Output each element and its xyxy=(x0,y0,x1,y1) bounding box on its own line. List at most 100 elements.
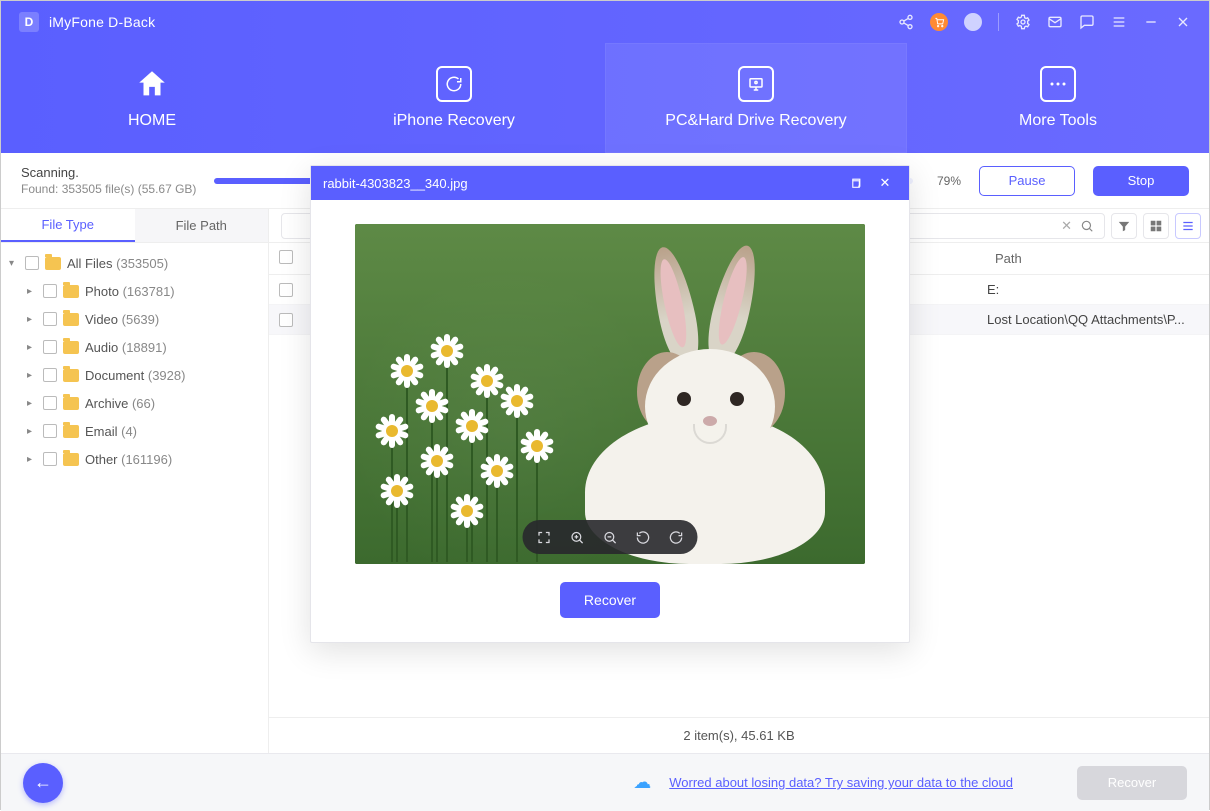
chevron-right-icon: ▸ xyxy=(27,342,37,353)
menu-icon[interactable] xyxy=(1111,14,1127,30)
folder-icon xyxy=(63,313,79,326)
folder-icon xyxy=(63,369,79,382)
pause-button[interactable]: Pause xyxy=(979,166,1075,196)
row-path: Lost Location\QQ Attachments\P... xyxy=(987,312,1209,327)
tree-label: Other (161196) xyxy=(85,452,172,467)
cart-icon[interactable] xyxy=(930,13,948,31)
preview-filename: rabbit-4303823__340.jpg xyxy=(323,176,849,191)
checkbox[interactable] xyxy=(43,284,57,298)
tree-item[interactable]: ▸ Document (3928) xyxy=(27,361,260,389)
checkbox[interactable] xyxy=(43,340,57,354)
scan-found: Found: 353505 file(s) (55.67 GB) xyxy=(21,182,196,196)
filter-icon[interactable] xyxy=(1111,213,1137,239)
chevron-right-icon: ▸ xyxy=(27,314,37,325)
preview-recover-button[interactable]: Recover xyxy=(560,582,660,618)
recover-button[interactable]: Recover xyxy=(1077,766,1187,800)
nav-label: HOME xyxy=(128,112,176,130)
tree-label: All Files (353505) xyxy=(67,256,168,271)
tree-item[interactable]: ▸ Photo (163781) xyxy=(27,277,260,305)
tree-label: Document (3928) xyxy=(85,368,185,383)
zoom-in-icon[interactable] xyxy=(570,530,585,545)
stop-button[interactable]: Stop xyxy=(1093,166,1189,196)
tree-label: Audio (18891) xyxy=(85,340,167,355)
folder-icon xyxy=(63,285,79,298)
select-all-checkbox[interactable] xyxy=(279,250,293,264)
cloud-icon: ☁ xyxy=(633,772,651,793)
app-title: iMyFone D-Back xyxy=(49,14,155,30)
chevron-right-icon: ▸ xyxy=(27,286,37,297)
tree-item[interactable]: ▸ Archive (66) xyxy=(27,389,260,417)
checkbox[interactable] xyxy=(25,256,39,270)
rotate-right-icon[interactable] xyxy=(669,530,684,545)
app-logo: D xyxy=(19,12,39,32)
tree-item[interactable]: ▸ Audio (18891) xyxy=(27,333,260,361)
nav-label: PC&Hard Drive Recovery xyxy=(665,112,846,130)
tree-label: Video (5639) xyxy=(85,312,159,327)
tree-label: Photo (163781) xyxy=(85,284,175,299)
share-icon[interactable] xyxy=(898,14,914,30)
tab-file-path[interactable]: File Path xyxy=(135,209,269,242)
checkbox[interactable] xyxy=(43,312,57,326)
chevron-right-icon: ▸ xyxy=(27,370,37,381)
nav-pc-recovery[interactable]: PC&Hard Drive Recovery xyxy=(605,43,907,153)
file-tree: ▾ All Files (353505) ▸ Photo (163781) ▸ Vid… xyxy=(1,243,268,483)
preview-dialog: rabbit-4303823__340.jpg ✕ xyxy=(310,165,910,643)
progress-percent: 79% xyxy=(937,174,961,188)
search-icon[interactable] xyxy=(1076,219,1098,233)
nav-home[interactable]: HOME xyxy=(1,43,303,153)
list-view-icon[interactable] xyxy=(1175,213,1201,239)
rotate-left-icon[interactable] xyxy=(636,530,651,545)
nav-label: More Tools xyxy=(1019,112,1097,130)
chevron-right-icon: ▸ xyxy=(27,454,37,465)
checkbox[interactable] xyxy=(43,396,57,410)
nav-more-tools[interactable]: More Tools xyxy=(907,43,1209,153)
restore-window-icon[interactable] xyxy=(849,177,873,190)
checkbox[interactable] xyxy=(43,424,57,438)
more-icon xyxy=(1040,66,1076,102)
iphone-icon xyxy=(436,66,472,102)
clear-icon[interactable]: ✕ xyxy=(1057,218,1076,234)
sidebar: File Type File Path ▾ All Files (353505)… xyxy=(1,209,269,753)
back-button[interactable]: ← xyxy=(23,763,63,803)
separator xyxy=(998,13,999,31)
nav-iphone-recovery[interactable]: iPhone Recovery xyxy=(303,43,605,153)
image-toolbar xyxy=(523,520,698,554)
tree-root[interactable]: ▾ All Files (353505) xyxy=(9,249,260,277)
preview-image xyxy=(355,224,865,564)
chevron-down-icon: ▾ xyxy=(9,258,19,269)
tree-label: Email (4) xyxy=(85,424,137,439)
folder-icon xyxy=(45,257,61,270)
tree-item[interactable]: ▸ Email (4) xyxy=(27,417,260,445)
close-preview-icon[interactable]: ✕ xyxy=(873,175,897,191)
chevron-right-icon: ▸ xyxy=(27,398,37,409)
column-path[interactable]: Path xyxy=(987,251,1209,266)
chevron-right-icon: ▸ xyxy=(27,426,37,437)
tab-file-type[interactable]: File Type xyxy=(1,209,135,242)
feedback-icon[interactable] xyxy=(1079,14,1095,30)
settings-gear-icon[interactable] xyxy=(1015,14,1031,30)
zoom-out-icon[interactable] xyxy=(603,530,618,545)
row-path: E: xyxy=(987,282,1209,297)
tree-item[interactable]: ▸ Video (5639) xyxy=(27,305,260,333)
mail-icon[interactable] xyxy=(1047,14,1063,30)
rabbit-illustration xyxy=(565,294,825,554)
tree-item[interactable]: ▸ Other (161196) xyxy=(27,445,260,473)
preview-titlebar[interactable]: rabbit-4303823__340.jpg ✕ xyxy=(311,166,909,200)
close-icon[interactable] xyxy=(1175,14,1191,30)
tree-label: Archive (66) xyxy=(85,396,155,411)
scan-status: Scanning. xyxy=(21,165,196,180)
fullscreen-icon[interactable] xyxy=(537,530,552,545)
grid-view-icon[interactable] xyxy=(1143,213,1169,239)
minimize-icon[interactable] xyxy=(1143,14,1159,30)
row-checkbox[interactable] xyxy=(279,283,293,297)
folder-icon xyxy=(63,341,79,354)
folder-icon xyxy=(63,453,79,466)
user-avatar-icon[interactable] xyxy=(964,13,982,31)
folder-icon xyxy=(63,425,79,438)
checkbox[interactable] xyxy=(43,452,57,466)
home-icon xyxy=(134,66,170,102)
titlebar: D iMyFone D-Back xyxy=(1,1,1209,43)
checkbox[interactable] xyxy=(43,368,57,382)
row-checkbox[interactable] xyxy=(279,313,293,327)
cloud-save-link[interactable]: Worred about losing data? Try saving you… xyxy=(669,775,1013,790)
